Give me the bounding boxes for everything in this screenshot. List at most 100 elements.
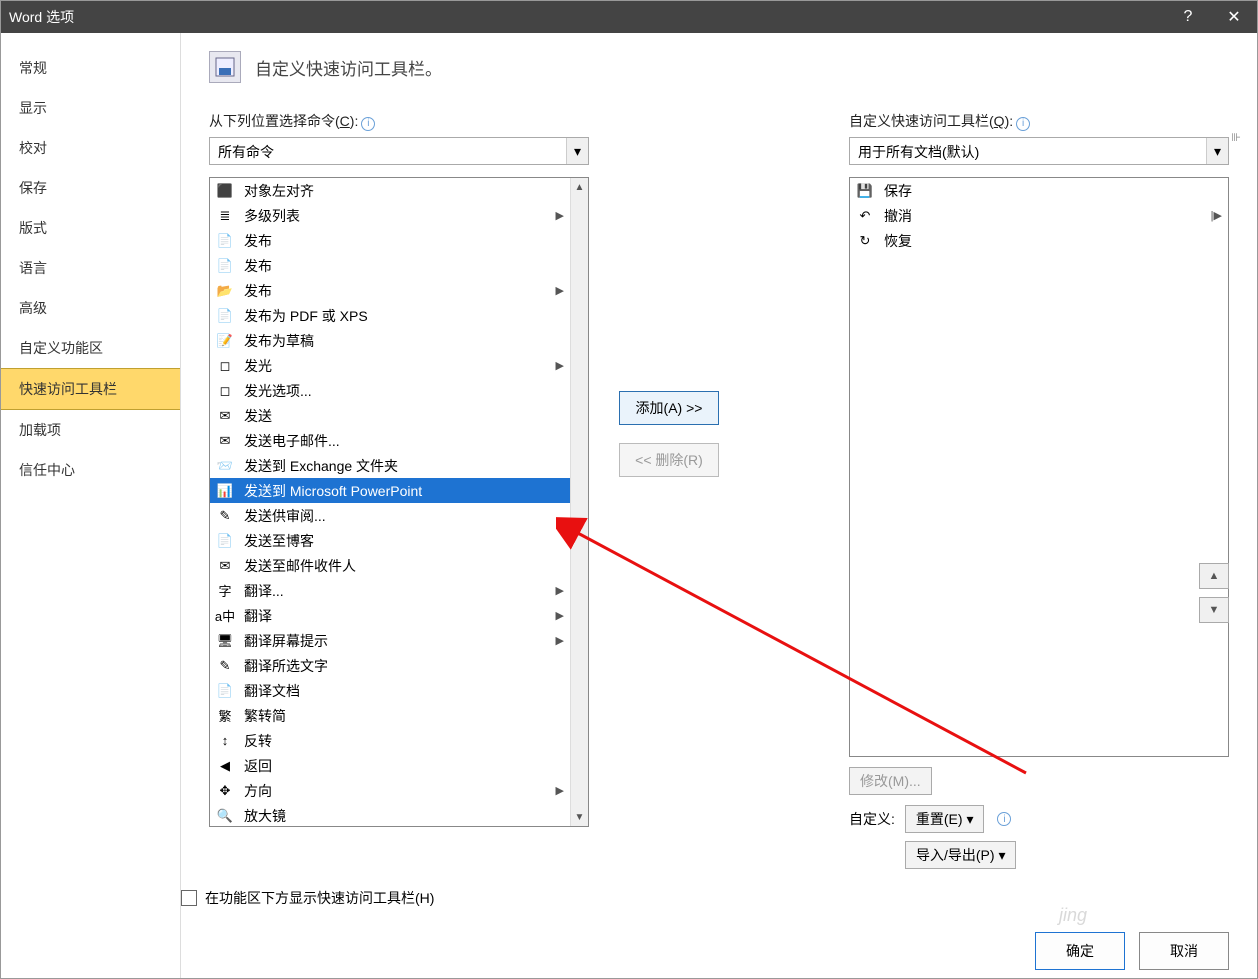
command-icon: 🖥	[216, 632, 234, 650]
customize-qat-combo[interactable]: 用于所有文档(默认) ▾	[849, 137, 1229, 165]
command-icon: ⬛	[216, 182, 234, 200]
chevron-down-icon[interactable]: ▾	[1206, 138, 1228, 164]
list-item[interactable]: ↻ 恢复	[850, 228, 1228, 253]
command-icon: a中	[216, 607, 234, 625]
sidebar-item-6[interactable]: 高级	[1, 288, 180, 328]
command-icon: 📄	[216, 532, 234, 550]
list-item[interactable]: 📂发布▶	[210, 278, 570, 303]
info-icon[interactable]: i	[1016, 117, 1030, 131]
command-icon: ↻	[856, 232, 874, 250]
ok-button[interactable]: 确定	[1035, 932, 1125, 970]
chevron-down-icon[interactable]: ▾	[566, 138, 588, 164]
list-item[interactable]: ↶撤消|▶	[850, 203, 1228, 228]
list-item[interactable]: a中翻译▶	[210, 603, 570, 628]
list-item[interactable]: ≣多级列表▶	[210, 203, 570, 228]
list-item[interactable]: 📝发布为草稿	[210, 328, 570, 353]
sidebar-item-4[interactable]: 版式	[1, 208, 180, 248]
list-item[interactable]: 💾保存	[850, 178, 1228, 203]
command-icon: 字	[216, 582, 234, 600]
watermark: jing	[1059, 905, 1087, 926]
sidebar-item-9[interactable]: 加载项	[1, 410, 180, 450]
show-below-ribbon-checkbox[interactable]	[181, 890, 197, 906]
reset-button[interactable]: 重置(E) ▾	[905, 805, 985, 833]
command-label: 多级列表	[244, 206, 300, 226]
cancel-button[interactable]: 取消	[1139, 932, 1229, 970]
list-item[interactable]: ◻发光▶	[210, 353, 570, 378]
command-label: 发送供审阅...	[244, 506, 326, 526]
command-label: 反转	[244, 731, 272, 751]
scroll-down-icon[interactable]: ▼	[571, 808, 588, 826]
sidebar-item-1[interactable]: 显示	[1, 88, 180, 128]
list-item[interactable]: ✉发送电子邮件...	[210, 428, 570, 453]
command-label: 发送电子邮件...	[244, 431, 340, 451]
list-item[interactable]: ✉发送	[210, 403, 570, 428]
list-item[interactable]: ✥方向▶	[210, 778, 570, 803]
list-item[interactable]: 📄发布	[210, 253, 570, 278]
list-item[interactable]: ⬛ 对象左对齐	[210, 178, 570, 203]
command-label: 恢复	[884, 231, 912, 251]
list-item[interactable]: 📄发布为 PDF 或 XPS	[210, 303, 570, 328]
command-label: 翻译所选文字	[244, 656, 328, 676]
submenu-arrow-icon: ▶	[556, 359, 564, 372]
command-icon: 💾	[856, 182, 874, 200]
list-item[interactable]: 繁繁转简	[210, 703, 570, 728]
command-icon: 繁	[216, 707, 234, 725]
customize-label: 自定义:	[849, 809, 895, 829]
show-below-ribbon-row: 在功能区下方显示快速访问工具栏(H)	[181, 888, 434, 908]
list-item[interactable]: 📄发送至博客	[210, 528, 570, 553]
qat-listbox[interactable]: 💾保存↶撤消|▶↻恢复	[849, 177, 1229, 757]
command-label: 撤消	[884, 206, 912, 226]
content-pane: 自定义快速访问工具栏。 从下列位置选择命令(C):i 所有命令 ▾ ⬛对象左对齐…	[181, 33, 1257, 978]
list-item[interactable]: ✉ 发送至邮件收件人	[210, 553, 570, 578]
list-item[interactable]: 📄 发布	[210, 228, 570, 253]
import-export-button[interactable]: 导入/导出(P) ▾	[905, 841, 1016, 869]
help-button[interactable]: ?	[1165, 1, 1211, 33]
sidebar-item-8[interactable]: 快速访问工具栏	[1, 368, 180, 410]
move-down-button[interactable]: ▼	[1199, 597, 1229, 623]
list-item[interactable]: 字翻译...▶	[210, 578, 570, 603]
sidebar-item-10[interactable]: 信任中心	[1, 450, 180, 490]
close-button[interactable]: ✕	[1211, 1, 1257, 33]
list-item[interactable]: 🖥翻译屏幕提示▶	[210, 628, 570, 653]
sidebar-item-0[interactable]: 常规	[1, 48, 180, 88]
sidebar-item-2[interactable]: 校对	[1, 128, 180, 168]
expand-arrow-icon[interactable]: ⊪	[1231, 131, 1241, 144]
customize-qat-label: 自定义快速访问工具栏(Q):i	[849, 111, 1229, 131]
list-item[interactable]: ↕反转	[210, 728, 570, 753]
command-label: 发布为 PDF 或 XPS	[244, 306, 368, 326]
move-up-button[interactable]: ▲	[1199, 563, 1229, 589]
word-options-dialog: Word 选项 ? ✕ 常规显示校对保存版式语言高级自定义功能区快速访问工具栏加…	[0, 0, 1258, 979]
command-icon: ✎	[216, 507, 234, 525]
list-item[interactable]: 📊发送到 Microsoft PowerPoint	[210, 478, 570, 503]
command-icon: 📄	[216, 682, 234, 700]
list-item[interactable]: 📨发送到 Exchange 文件夹	[210, 453, 570, 478]
commands-listbox[interactable]: ⬛对象左对齐≣多级列表▶📄发布📄发布📂发布▶📄发布为 PDF 或 XPS📝发布为…	[209, 177, 589, 827]
list-item[interactable]: ✎翻译所选文字	[210, 653, 570, 678]
list-item[interactable]: ◀返回	[210, 753, 570, 778]
scroll-up-icon[interactable]: ▲	[571, 178, 588, 196]
command-icon: ↶	[856, 207, 874, 225]
qat-column: 自定义快速访问工具栏(Q):i 用于所有文档(默认) ▾ 💾保存↶撤消|▶↻恢复…	[849, 111, 1229, 869]
info-icon[interactable]: i	[997, 812, 1011, 826]
command-label: 发布	[244, 231, 272, 251]
sidebar-item-5[interactable]: 语言	[1, 248, 180, 288]
list-item[interactable]: ◻发光选项...	[210, 378, 570, 403]
list-item[interactable]: 📄 翻译文档	[210, 678, 570, 703]
sidebar-item-3[interactable]: 保存	[1, 168, 180, 208]
choose-commands-combo[interactable]: 所有命令 ▾	[209, 137, 589, 165]
list-item[interactable]: ✎ 发送供审阅...	[210, 503, 570, 528]
command-label: 翻译文档	[244, 681, 300, 701]
sidebar-item-7[interactable]: 自定义功能区	[1, 328, 180, 368]
command-icon: 📨	[216, 457, 234, 475]
command-icon: 📄	[216, 232, 234, 250]
command-label: 发布	[244, 281, 272, 301]
window-title: Word 选项	[9, 7, 74, 27]
command-icon: ✉	[216, 557, 234, 575]
submenu-arrow-icon: ▶	[556, 784, 564, 797]
scrollbar[interactable]: ▲ ▼	[570, 178, 588, 826]
command-label: 对象左对齐	[244, 181, 314, 201]
info-icon[interactable]: i	[361, 117, 375, 131]
add-button[interactable]: 添加(A) >>	[619, 391, 719, 425]
list-item[interactable]: 🔍放大镜	[210, 803, 570, 826]
command-label: 发送至邮件收件人	[244, 556, 356, 576]
